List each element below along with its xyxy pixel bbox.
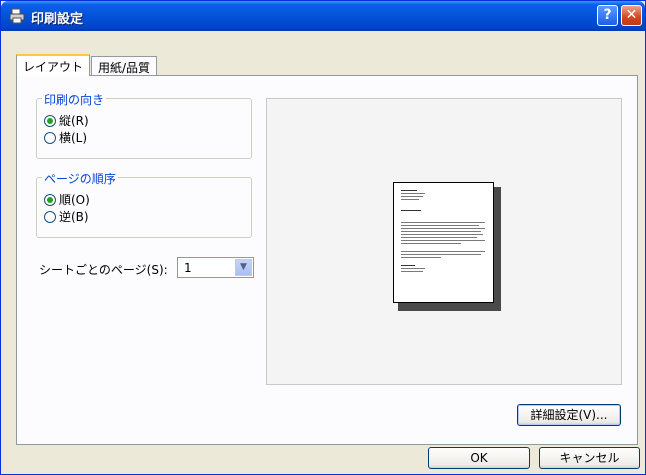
page-order-reverse-radio[interactable]: 逆(B) [44, 209, 89, 225]
text-line [401, 190, 417, 191]
text-line [401, 257, 441, 258]
close-icon: ✕ [625, 7, 638, 23]
text-line [401, 240, 485, 241]
text-line [401, 251, 485, 252]
cancel-button[interactable]: キャンセル [539, 447, 640, 469]
preview-page-icon [393, 182, 494, 303]
text-line [401, 243, 461, 244]
title-bar[interactable]: 印刷設定 ? ✕ [1, 1, 645, 31]
radio-button[interactable] [44, 132, 56, 144]
page-order-group: ページの順序 順(O) 逆(B) [36, 170, 252, 238]
tab-layout[interactable]: レイアウト [16, 54, 91, 76]
text-line [401, 231, 481, 232]
print-settings-dialog: 印刷設定 ? ✕ レイアウト 用紙/品質 印刷の向き 縦(R) 横(L) ページ… [0, 0, 646, 475]
help-button[interactable]: ? [597, 5, 618, 26]
printer-icon [9, 8, 25, 24]
reverse-label: 逆(B) [59, 210, 89, 224]
text-line [401, 225, 479, 226]
radio-button[interactable] [44, 211, 56, 223]
orientation-landscape-radio[interactable]: 横(L) [44, 130, 87, 146]
text-line [401, 196, 423, 197]
radio-button[interactable] [44, 115, 56, 127]
text-line [401, 268, 425, 269]
text-line [401, 237, 477, 238]
text-line [401, 271, 423, 272]
tab-paper-quality-label: 用紙/品質 [98, 61, 151, 75]
orientation-group: 印刷の向き 縦(R) 横(L) [36, 91, 252, 159]
page-order-forward-radio[interactable]: 順(O) [44, 192, 90, 208]
tab-paper-quality[interactable]: 用紙/品質 [91, 56, 158, 76]
text-line [401, 228, 485, 229]
window-title: 印刷設定 [31, 12, 84, 27]
portrait-label: 縦(R) [59, 114, 89, 128]
close-button[interactable]: ✕ [621, 5, 642, 26]
text-line [401, 254, 481, 255]
forward-label: 順(O) [59, 193, 90, 207]
advanced-settings-button[interactable]: 詳細設定(V)... [517, 404, 621, 426]
help-icon: ? [603, 7, 612, 23]
text-line [401, 222, 485, 223]
tab-layout-label: レイアウト [23, 60, 84, 74]
text-line [401, 199, 419, 200]
orientation-legend: 印刷の向き [42, 91, 107, 108]
orientation-portrait-radio[interactable]: 縦(R) [44, 113, 89, 129]
chevron-down-icon[interactable]: ▼ [235, 259, 252, 276]
pages-per-sheet-select[interactable]: 1 ▼ [177, 257, 254, 278]
pages-per-sheet-value: 1 [184, 261, 192, 275]
text-line [401, 265, 415, 266]
text-line [401, 234, 483, 235]
page-order-legend: ページの順序 [42, 170, 118, 187]
radio-button[interactable] [44, 194, 56, 206]
ok-button[interactable]: OK [428, 447, 530, 469]
text-line [401, 210, 421, 211]
pages-per-sheet-label: シートごとのページ(S): [39, 263, 168, 277]
text-line [401, 193, 425, 194]
landscape-label: 横(L) [59, 131, 88, 145]
